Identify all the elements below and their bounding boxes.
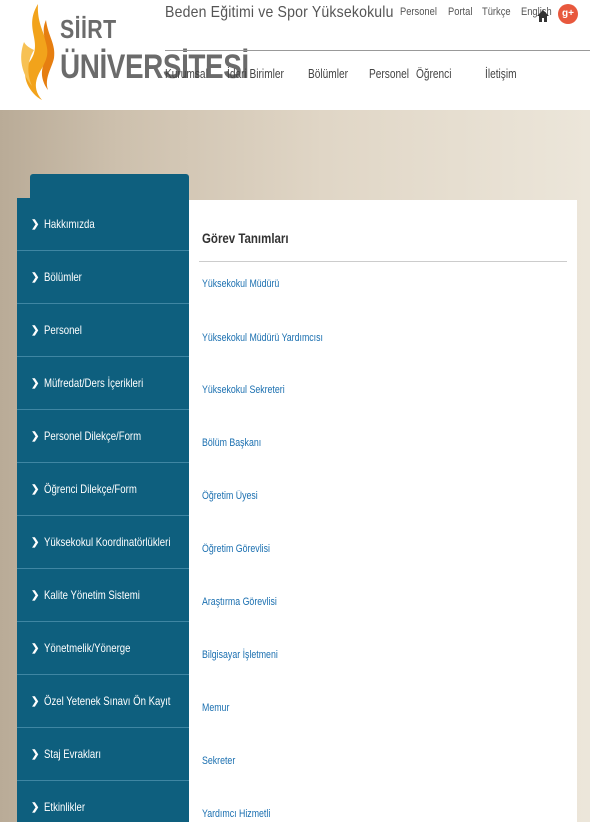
chevron-right-icon: ❯ [31,695,40,707]
job-link-memur[interactable]: Memur [202,702,229,714]
sidebar-item-yonetmelik[interactable]: ❯ Yönetmelik/Yönerge [17,622,189,675]
top-link-turkce[interactable]: Türkçe [482,6,511,18]
sidebar-item-staj-evraklari[interactable]: ❯ Staj Evrakları [17,728,189,781]
sidebar-item-label: Hakkımızda [44,217,96,231]
chevron-right-icon: ❯ [31,218,40,230]
job-link-arastirma-gorevlisi[interactable]: Araştırma Görevlisi [202,596,277,608]
sidebar-menu: ❯ Hakkımızda ❯ Bölümler ❯ Personel ❯ Müf… [17,198,189,822]
sidebar-item-label: Müfredat/Ders İçerikleri [44,376,144,390]
sidebar-item-label: Personel Dilekçe/Form [44,429,142,443]
sidebar-item-label: Bölümler [44,270,83,284]
sidebar-item-kalite-yonetim[interactable]: ❯ Kalite Yönetim Sistemi [17,569,189,622]
home-icon[interactable] [536,9,550,23]
sidebar-item-label: Kalite Yönetim Sistemi [44,588,141,602]
chevron-right-icon: ❯ [31,483,40,495]
logo-text-siirt: SİİRT [60,14,117,44]
sidebar-item-personel-dilekce[interactable]: ❯ Personel Dilekçe/Form [17,410,189,463]
university-logo[interactable]: SİİRT ÜNİVERSİTESİ [16,0,249,105]
sidebar-item-personel[interactable]: ❯ Personel [17,304,189,357]
sidebar-item-etkinlikler[interactable]: ❯ Etkinlikler [17,781,189,822]
chevron-right-icon: ❯ [31,430,40,442]
site-title: Beden Eğitimi ve Spor Yüksekokulu [165,4,394,21]
nav-item-kurumsal[interactable]: Kurumsal [165,66,213,81]
chevron-right-icon: ❯ [31,377,40,389]
job-link-yardimci-hizmetli[interactable]: Yardımcı Hizmetli [202,808,270,820]
job-link-sekreter[interactable]: Sekreter [202,755,235,767]
chevron-right-icon: ❯ [31,589,40,601]
job-link-mudur[interactable]: Yüksekokul Müdürü [202,278,279,290]
nav-item-ogrenci[interactable]: Öğrenci [416,66,470,81]
chevron-right-icon: ❯ [31,536,40,548]
sidebar-item-bolumler[interactable]: ❯ Bölümler [17,251,189,304]
sidebar-item-label: Staj Evrakları [44,747,102,761]
chevron-right-icon: ❯ [31,324,40,336]
sidebar-item-label: Personel [44,323,83,337]
sidebar-item-koordinatorlukler[interactable]: ❯ Yüksekokul Koordinatörlükleri [17,516,189,569]
nav-item-idari-birimler[interactable]: İdari Birimler [227,66,290,81]
site-header: SİİRT ÜNİVERSİTESİ Beden Eğitimi ve Spor… [0,0,590,110]
page-title: Görev Tanımları [202,230,289,246]
content-panel: Görev Tanımları Yüksekokul Müdürü Yüksek… [189,200,577,822]
sidebar-item-ozel-yetenek[interactable]: ❯ Özel Yetenek Sınavı Ön Kayıt [17,675,189,728]
header-divider [165,50,590,51]
main-nav: Kurumsal İdari Birimler Bölümler Persone… [165,66,535,81]
nav-item-bolumler[interactable]: Bölümler [308,66,356,81]
top-link-personel[interactable]: Personel [400,6,437,18]
sidebar-header [30,174,189,198]
sidebar-item-hakkimizda[interactable]: ❯ Hakkımızda [17,198,189,251]
flame-logo-icon [21,4,55,100]
nav-item-personel[interactable]: Personel [369,66,409,81]
job-link-ogretim-gorevlisi[interactable]: Öğretim Görevlisi [202,543,270,555]
job-link-mudur-yardimcisi[interactable]: Yüksekokul Müdürü Yardımcısı [202,332,323,344]
sidebar-item-mufredat[interactable]: ❯ Müfredat/Ders İçerikleri [17,357,189,410]
sidebar-item-label: Özel Yetenek Sınavı Ön Kayıt [44,694,171,708]
sidebar-item-label: Etkinlikler [44,800,86,814]
sidebar-item-label: Öğrenci Dilekçe/Form [44,482,138,496]
sidebar-item-label: Yönetmelik/Yönerge [44,641,131,655]
nav-item-iletisim[interactable]: İletişim [485,66,524,81]
chevron-right-icon: ❯ [31,271,40,283]
job-link-bilgisayar-isletmeni[interactable]: Bilgisayar İşletmeni [202,649,278,661]
job-link-bolum-baskani[interactable]: Bölüm Başkanı [202,437,261,449]
top-link-portal[interactable]: Portal [448,6,472,18]
sidebar-item-ogrenci-dilekce[interactable]: ❯ Öğrenci Dilekçe/Form [17,463,189,516]
job-link-sekreter-yuksekokul[interactable]: Yüksekokul Sekreteri [202,384,285,396]
chevron-right-icon: ❯ [31,748,40,760]
google-plus-icon[interactable]: g+ [558,4,578,24]
sidebar-item-label: Yüksekokul Koordinatörlükleri [44,535,171,549]
chevron-right-icon: ❯ [31,642,40,654]
title-divider [199,261,567,262]
chevron-right-icon: ❯ [31,801,40,813]
job-link-ogretim-uyesi[interactable]: Öğretim Üyesi [202,490,258,502]
